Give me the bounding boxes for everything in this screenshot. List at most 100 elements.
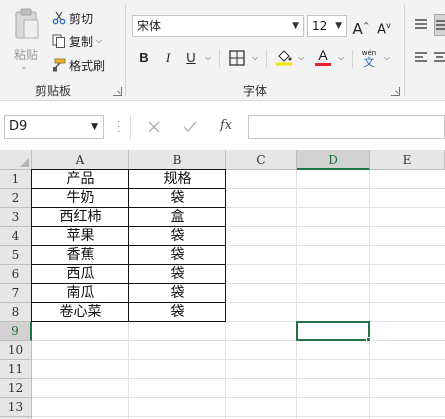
cell-a6[interactable]: 西瓜 [32, 265, 129, 284]
table-border [225, 169, 226, 322]
chevron-down-icon[interactable]: ⌵ [382, 47, 392, 69]
column-header-c[interactable]: C [226, 150, 297, 170]
selected-cell-outline[interactable] [296, 321, 370, 341]
row-header-2[interactable]: 2 [0, 189, 32, 208]
row-header-7[interactable]: 7 [0, 284, 32, 303]
row-header-4[interactable]: 4 [0, 227, 32, 246]
cancel-icon[interactable] [148, 121, 160, 133]
row-header-9[interactable]: 9 [0, 322, 32, 341]
chevron-down-icon[interactable]: ⌵ [336, 47, 346, 69]
divider [352, 50, 353, 68]
column-header-d[interactable]: D [297, 150, 370, 170]
cell-a4[interactable]: 苹果 [32, 227, 129, 246]
increase-font-size-button[interactable]: A^ [352, 15, 370, 38]
align-middle-icon [436, 20, 445, 30]
cell-a2[interactable]: 牛奶 [32, 189, 129, 208]
paste-label: 粘贴 [14, 48, 39, 62]
cell-a8[interactable]: 卷心菜 [32, 303, 129, 322]
cell-b8[interactable]: 袋 [129, 303, 226, 322]
select-all-button[interactable] [0, 150, 32, 170]
formula-input[interactable] [248, 115, 445, 139]
copy-label: 复制 [69, 34, 94, 49]
font-dialog-launcher-icon[interactable] [391, 87, 400, 96]
clipboard-group-label: 剪贴板 [35, 84, 72, 98]
cell-b1[interactable]: 规格 [129, 170, 226, 189]
clipboard-dialog-launcher-icon[interactable] [113, 87, 122, 96]
cell-b3[interactable]: 盒 [129, 208, 226, 227]
paint-bucket-icon [276, 50, 292, 66]
shrink-font-letter: A [377, 22, 387, 38]
chevron-down-icon[interactable]: ⌵ [296, 47, 306, 69]
format-painter-label: 格式刷 [69, 58, 106, 73]
insert-function-icon[interactable]: fx [220, 118, 232, 133]
format-painter-icon [53, 58, 66, 72]
decrease-font-size-button[interactable]: Av [375, 15, 393, 37]
row-header-1[interactable]: 1 [0, 170, 32, 189]
chevron-down-icon[interactable]: ⌵ [96, 36, 102, 46]
cell-b6[interactable]: 袋 [129, 265, 226, 284]
chevron-down-icon[interactable]: ▼ [292, 16, 299, 36]
worksheet-grid[interactable]: ABCDE1234567891011121314产品规格牛奶袋西红柿盒苹果袋香蕉… [0, 150, 445, 419]
chevron-down-icon[interactable]: ▼ [335, 16, 342, 36]
phonetic-char: 文 [363, 56, 375, 69]
enter-check-icon[interactable] [183, 121, 197, 133]
align-left-icon[interactable] [414, 51, 428, 65]
chevron-down-icon[interactable]: ⌵ [203, 47, 213, 69]
phonetic-guide-button[interactable]: wén 文 [358, 47, 380, 69]
fill-handle[interactable] [366, 337, 371, 342]
row-header-10[interactable]: 10 [0, 341, 32, 360]
cell-b7[interactable]: 袋 [129, 284, 226, 303]
cell-a3[interactable]: 西红柿 [32, 208, 129, 227]
scissors-icon [52, 11, 66, 25]
group-divider [125, 4, 126, 96]
cell-b4[interactable]: 袋 [129, 227, 226, 246]
gridline [32, 378, 445, 379]
cell-a7[interactable]: 南瓜 [32, 284, 129, 303]
formula-bar: D9 ▼ · · · fx [0, 101, 445, 147]
italic-button[interactable]: I [160, 47, 176, 69]
ribbon: 粘贴 ⌄ 剪切 复制 ⌵ 格式刷 剪贴板 宋体 ▼ 12 ▼ A^ Av B I… [0, 0, 445, 101]
table-border [128, 169, 129, 322]
row-header-13[interactable]: 13 [0, 398, 32, 417]
row-header-12[interactable]: 12 [0, 379, 32, 398]
row-header-8[interactable]: 8 [0, 303, 32, 322]
paste-button[interactable]: 粘贴 ⌄ [6, 6, 46, 72]
column-header-b[interactable]: B [129, 150, 226, 170]
formula-buttons: fx [130, 115, 245, 139]
align-middle-button[interactable] [434, 14, 445, 36]
cell-a5[interactable]: 香蕉 [32, 246, 129, 265]
font-size-combobox[interactable]: 12 ▼ [307, 15, 347, 37]
row-header-11[interactable]: 11 [0, 360, 32, 379]
cell-a1[interactable]: 产品 [32, 170, 129, 189]
font-color-button[interactable]: A [313, 47, 333, 69]
cut-button[interactable]: 剪切 [52, 8, 93, 28]
align-top-icon[interactable] [414, 18, 428, 32]
bold-button[interactable]: B [136, 47, 152, 69]
font-size-value: 12 [312, 19, 328, 33]
gridline [32, 359, 445, 360]
row-header-5[interactable]: 5 [0, 246, 32, 265]
cell-b2[interactable]: 袋 [129, 189, 226, 208]
column-header-e[interactable]: E [370, 150, 445, 170]
chevron-down-icon[interactable]: ⌄ [20, 62, 28, 72]
copy-button[interactable]: 复制 ⌵ [52, 31, 102, 51]
cell-b5[interactable]: 袋 [129, 246, 226, 265]
copy-icon [52, 34, 65, 48]
underline-letter: U [186, 50, 196, 65]
gridline [32, 340, 445, 341]
chevron-down-icon[interactable]: ⌵ [250, 47, 260, 69]
group-divider [404, 4, 405, 96]
font-name-combobox[interactable]: 宋体 ▼ [132, 15, 304, 37]
row-header-3[interactable]: 3 [0, 208, 32, 227]
borders-icon [229, 50, 245, 66]
fill-color-button[interactable] [274, 47, 294, 69]
row-header-6[interactable]: 6 [0, 265, 32, 284]
chevron-down-icon[interactable]: ▼ [91, 116, 98, 138]
column-header-a[interactable]: A [32, 150, 129, 170]
align-center-icon[interactable] [434, 51, 445, 65]
underline-button[interactable]: U [183, 47, 199, 69]
borders-button[interactable] [228, 47, 246, 69]
name-box[interactable]: D9 ▼ [4, 115, 104, 139]
format-painter-button[interactable]: 格式刷 [52, 55, 105, 75]
divider [266, 50, 267, 68]
